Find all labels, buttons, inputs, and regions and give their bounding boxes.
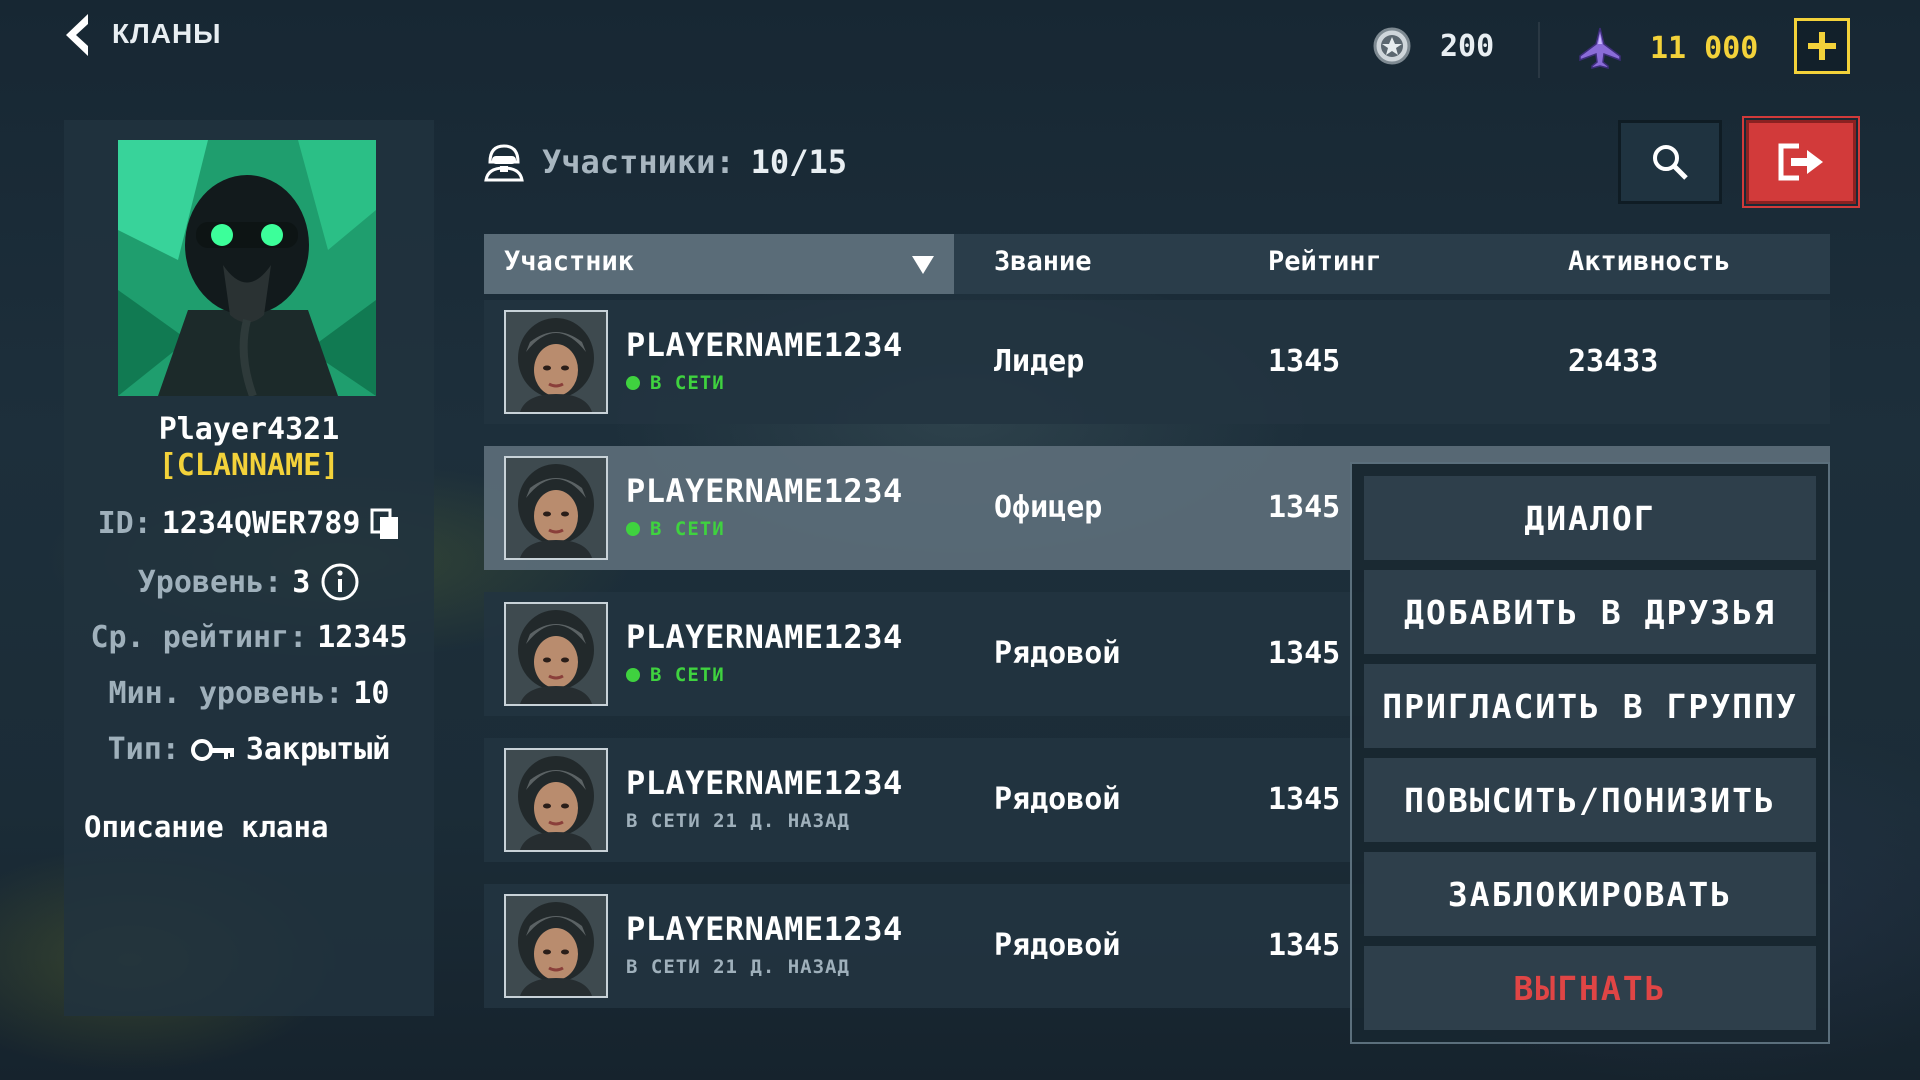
member-avatar xyxy=(504,748,608,852)
clan-type-row: Тип: Закрытый xyxy=(64,732,434,767)
members-count: 10/15 xyxy=(750,143,847,181)
online-dot-icon xyxy=(626,668,640,682)
member-status-text: В СЕТИ 21 Д. НАЗАД xyxy=(626,956,850,978)
clan-id-row: ID: 1234QWER789 xyxy=(64,506,434,541)
min-level-label: Мин. уровень: xyxy=(108,676,344,711)
member-status-text: В СЕТИ xyxy=(650,372,725,394)
member-avatar xyxy=(504,602,608,706)
clan-avatar xyxy=(118,140,376,396)
member-name: PLAYERNAME1234 xyxy=(626,764,903,802)
member-rank: Рядовой xyxy=(994,636,1121,671)
column-member[interactable]: Участник xyxy=(504,246,634,277)
gold-amount: 11 000 xyxy=(1650,30,1759,66)
medal-icon xyxy=(1373,27,1411,65)
exit-icon xyxy=(1778,143,1823,181)
member-rank: Рядовой xyxy=(994,782,1121,817)
member-status: В СЕТИ xyxy=(626,664,725,686)
member-name: PLAYERNAME1234 xyxy=(626,326,903,364)
member-rating: 1345 xyxy=(1268,636,1341,671)
member-name: PLAYERNAME1234 xyxy=(626,618,903,656)
members-label: Участники: xyxy=(542,143,735,181)
member-activity: 23433 xyxy=(1568,344,1659,379)
dialog-button[interactable]: ДИАЛОГ xyxy=(1364,476,1816,560)
member-status-text: В СЕТИ 21 Д. НАЗАД xyxy=(626,810,850,832)
avg-rating-row: Ср. рейтинг: 12345 xyxy=(64,620,434,655)
member-rating: 1345 xyxy=(1268,490,1341,525)
member-status-text: В СЕТИ xyxy=(650,518,725,540)
member-status: В СЕТИ 21 Д. НАЗАД xyxy=(626,956,850,978)
clan-name: [CLANNAME] xyxy=(158,448,340,483)
column-rank[interactable]: Звание xyxy=(994,246,1092,277)
member-rank: Лидер xyxy=(994,344,1085,379)
player-name: Player4321 xyxy=(158,412,340,447)
plus-icon xyxy=(1808,32,1836,60)
member-rating: 1345 xyxy=(1268,782,1341,817)
online-dot-icon xyxy=(626,376,640,390)
invite-group-button[interactable]: ПРИГЛАСИТЬ В ГРУППУ xyxy=(1364,664,1816,748)
kick-button[interactable]: ВЫГНАТЬ xyxy=(1364,946,1816,1030)
column-rating[interactable]: Рейтинг xyxy=(1268,246,1382,277)
silver-amount: 200 xyxy=(1440,28,1495,64)
level-label: Уровень: xyxy=(137,564,283,600)
promote-demote-button[interactable]: ПОВЫСИТЬ/ПОНИЗИТЬ xyxy=(1364,758,1816,842)
member-avatar xyxy=(504,456,608,560)
leave-clan-button[interactable] xyxy=(1742,116,1860,208)
member-status: В СЕТИ 21 Д. НАЗАД xyxy=(626,810,850,832)
member-avatar xyxy=(504,310,608,414)
member-name: PLAYERNAME1234 xyxy=(626,472,903,510)
info-icon[interactable] xyxy=(320,562,360,602)
copy-icon[interactable] xyxy=(370,508,400,540)
avg-rating-label: Ср. рейтинг: xyxy=(90,620,308,655)
id-label: ID: xyxy=(97,506,152,541)
type-value: Закрытый xyxy=(245,732,391,767)
min-level-value: 10 xyxy=(353,676,390,711)
currency-divider xyxy=(1538,22,1540,78)
member-status: В СЕТИ xyxy=(626,518,725,540)
pilot-icon xyxy=(484,144,524,182)
add-friend-button[interactable]: ДОБАВИТЬ В ДРУЗЬЯ xyxy=(1364,570,1816,654)
level-row: Уровень: 3 xyxy=(64,562,434,602)
id-value: 1234QWER789 xyxy=(161,506,361,541)
member-rating: 1345 xyxy=(1268,928,1341,963)
member-status: В СЕТИ xyxy=(626,372,725,394)
online-dot-icon xyxy=(626,522,640,536)
level-value: 3 xyxy=(292,564,311,600)
member-status-text: В СЕТИ xyxy=(650,664,725,686)
back-arrow-icon[interactable] xyxy=(62,12,92,58)
member-rank: Рядовой xyxy=(994,928,1121,963)
search-icon xyxy=(1653,145,1688,180)
avg-rating-value: 12345 xyxy=(317,620,408,655)
members-header: Участники: 10/15 xyxy=(482,142,847,182)
add-currency-button[interactable] xyxy=(1794,18,1850,74)
member-rating: 1345 xyxy=(1268,344,1341,379)
page-title: КЛАНЫ xyxy=(112,18,222,49)
clan-description-label[interactable]: Описание клана xyxy=(84,810,328,844)
min-level-row: Мин. уровень: 10 xyxy=(64,676,434,711)
column-activity[interactable]: Активность xyxy=(1568,246,1731,277)
member-avatar xyxy=(504,894,608,998)
jet-icon xyxy=(1579,27,1621,69)
search-button[interactable] xyxy=(1618,120,1722,204)
sort-down-icon[interactable] xyxy=(912,256,934,274)
silver-currency: 200 xyxy=(1372,26,1494,66)
key-icon xyxy=(190,738,234,761)
type-label: Тип: xyxy=(107,732,180,767)
block-button[interactable]: ЗАБЛОКИРОВАТЬ xyxy=(1364,852,1816,936)
member-name: PLAYERNAME1234 xyxy=(626,910,903,948)
member-rank: Офицер xyxy=(994,490,1103,525)
gold-currency: 11 000 xyxy=(1578,26,1758,70)
